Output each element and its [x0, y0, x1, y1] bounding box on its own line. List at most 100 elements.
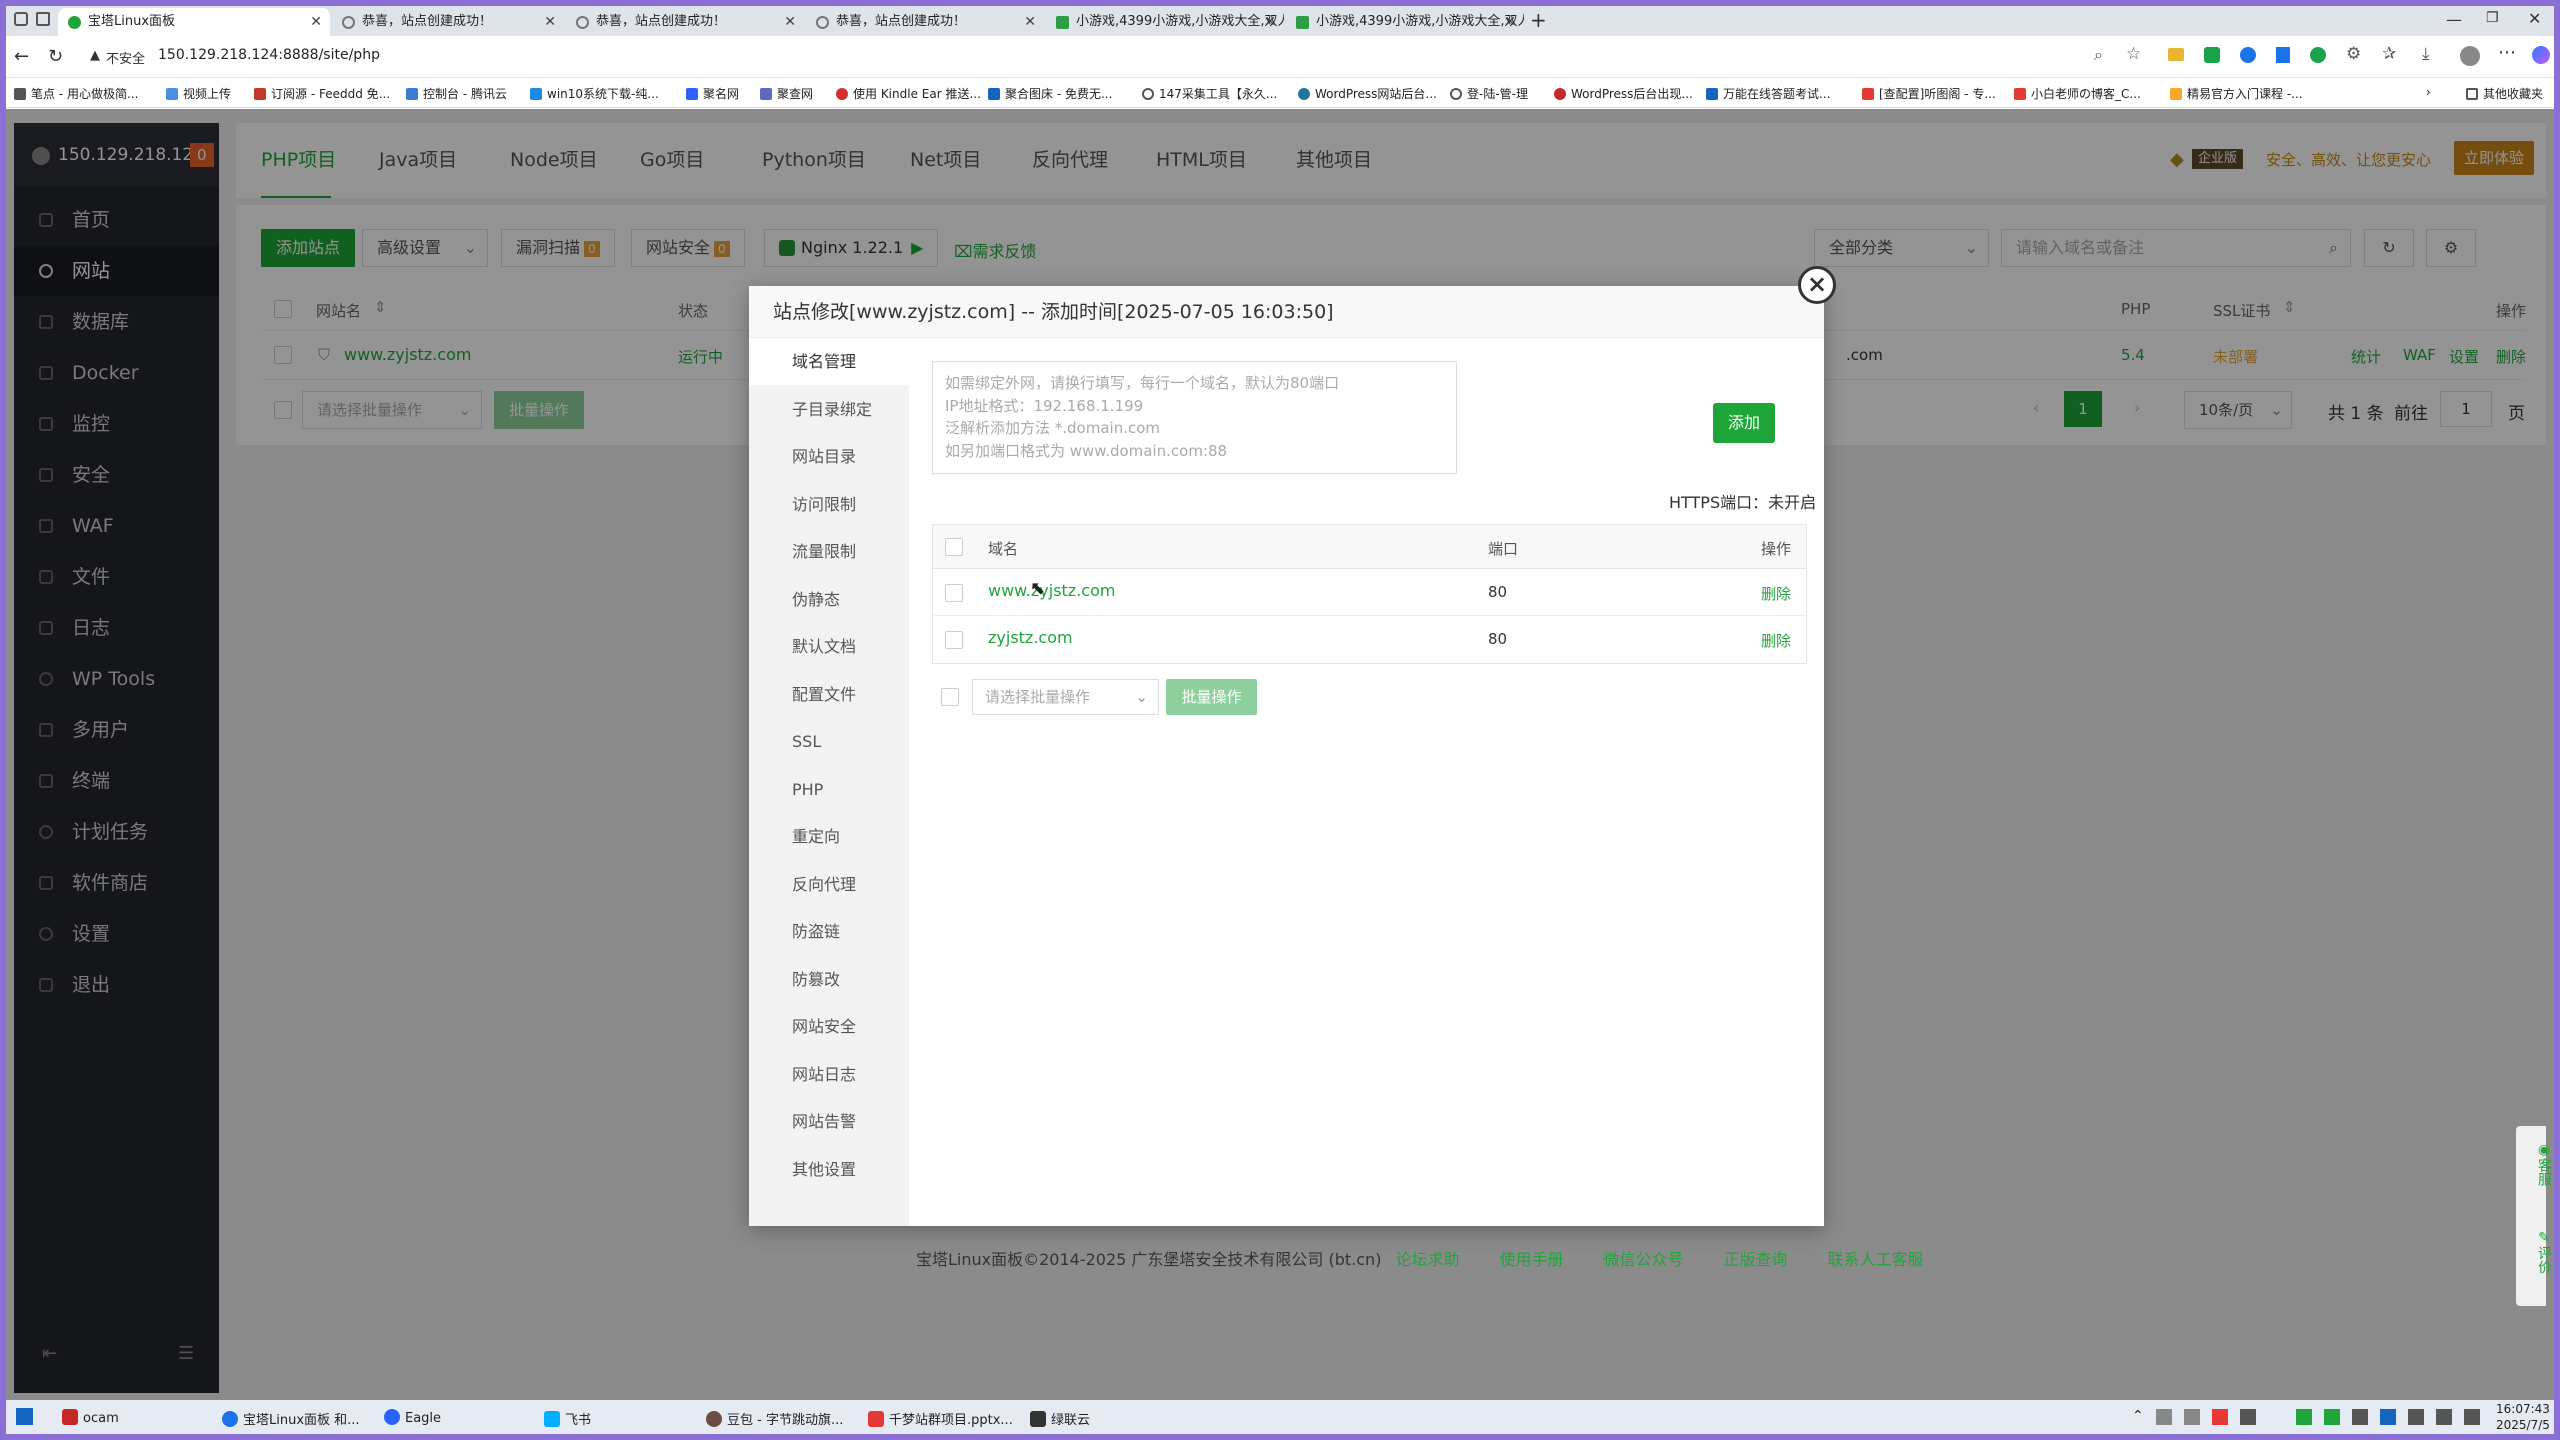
domain-link[interactable]: www.zyjstz.com	[988, 581, 1115, 600]
license-check-link[interactable]: 正版查询	[1723, 1250, 1787, 1269]
restore-icon[interactable]: ❐	[2486, 10, 2499, 26]
bookmark-item[interactable]: [查配置]听图阁 - 专...	[1862, 85, 1996, 102]
feedback-rate-button[interactable]: ✎评价	[2524, 1230, 2554, 1274]
mnav-ssl[interactable]: SSL	[749, 718, 909, 765]
add-domain-button[interactable]: 添加	[1713, 403, 1775, 443]
select-all-checkbox[interactable]	[945, 538, 963, 556]
favorites-icon[interactable]: ✰	[2382, 44, 2396, 64]
mnav-rewrite[interactable]: 伪静态	[749, 576, 909, 623]
copilot-icon[interactable]	[2532, 46, 2550, 64]
bookmark-item[interactable]: 万能在线答题考试...	[1706, 85, 1830, 102]
bookmark-item[interactable]: 聚名网	[686, 85, 739, 102]
close-tab-icon[interactable]: ✕	[1264, 8, 1276, 36]
batch-button[interactable]: 批量操作	[1166, 679, 1257, 715]
close-window-icon[interactable]: ✕	[2528, 9, 2541, 28]
tray-icons[interactable]	[2156, 1409, 2496, 1425]
taskbar-app-doubao[interactable]: 豆包 - 字节跳动旗...	[706, 1409, 843, 1428]
back-icon[interactable]: ←	[14, 46, 29, 67]
extension-check-icon[interactable]	[2204, 47, 2220, 63]
other-bookmarks[interactable]: 其他收藏夹	[2466, 85, 2543, 102]
mnav-access-limit[interactable]: 访问限制	[749, 481, 909, 528]
bookmark-item[interactable]: 使用 Kindle Ear 推送...	[836, 85, 981, 102]
support-link[interactable]: 联系人工客服	[1828, 1250, 1924, 1269]
domain-textarea[interactable]: 如需绑定外网，请换行填写，每行一个域名，默认为80端口 IP地址格式：192.1…	[932, 361, 1457, 474]
bookmark-item[interactable]: WordPress网站后台...	[1298, 85, 1437, 102]
forum-link[interactable]: 论坛求助	[1395, 1250, 1459, 1269]
extension-blue-icon[interactable]	[2240, 47, 2256, 63]
mnav-site-dir[interactable]: 网站目录	[749, 433, 909, 480]
close-tab-icon[interactable]: ✕	[1024, 8, 1036, 36]
taskbar-app-wps[interactable]: 千梦站群项目.pptx...	[868, 1409, 1013, 1428]
bookmark-item[interactable]: 聚合图床 - 免费无...	[988, 85, 1112, 102]
minimize-icon[interactable]: —	[2446, 10, 2462, 29]
mnav-site-logs[interactable]: 网站日志	[749, 1051, 909, 1098]
mnav-site-alerts[interactable]: 网站告警	[749, 1098, 909, 1145]
security-label[interactable]: 不安全	[106, 48, 145, 67]
delete-link[interactable]: 删除	[1761, 583, 1791, 604]
bookmark-item[interactable]: 视频上传	[166, 85, 231, 102]
mnav-tamper-proof[interactable]: 防篡改	[749, 956, 909, 1003]
mnav-traffic-limit[interactable]: 流量限制	[749, 528, 909, 575]
mnav-hotlink[interactable]: 防盗链	[749, 908, 909, 955]
delete-link[interactable]: 删除	[1761, 630, 1791, 651]
tab-site-created-2[interactable]: 恭喜，站点创建成功！ ✕	[566, 8, 804, 36]
batch-select[interactable]: 请选择批量操作 ⌄	[972, 679, 1159, 715]
bookmark-item[interactable]: 笔点 - 用心做极简...	[14, 85, 138, 102]
batch-checkbox[interactable]	[941, 688, 959, 706]
more-menu-icon[interactable]: ⋯	[2498, 42, 2516, 63]
manual-link[interactable]: 使用手册	[1499, 1250, 1563, 1269]
tab-4399-1[interactable]: 小游戏,4399小游戏,小游戏大全,双人... ✕	[1046, 8, 1284, 36]
close-tab-icon[interactable]: ✕	[1504, 8, 1516, 36]
close-tab-icon[interactable]: ✕	[784, 8, 796, 36]
extensions-icon[interactable]: ⚙	[2346, 44, 2361, 64]
download-icon[interactable]: ⤓	[2422, 44, 2430, 64]
bookmarks-overflow-icon[interactable]: ›	[2426, 85, 2431, 99]
bookmark-item[interactable]: 147采集工具【永久...	[1142, 85, 1277, 102]
mnav-subdir[interactable]: 子目录绑定	[749, 386, 909, 433]
domain-link[interactable]: zyjstz.com	[988, 628, 1073, 647]
bookmark-item[interactable]: 聚查网	[760, 85, 813, 102]
extension-folder-icon[interactable]	[2168, 48, 2184, 61]
extension-bookmark-icon[interactable]	[2276, 47, 2290, 63]
tab-4399-2[interactable]: 小游戏,4399小游戏,小游戏大全,双人... ✕	[1286, 8, 1524, 36]
workspace-icon[interactable]	[14, 12, 28, 26]
bookmark-item[interactable]: 精易官方入门课程 -...	[2170, 85, 2303, 102]
customer-service-button[interactable]: ◉客服	[2524, 1142, 2554, 1186]
mnav-redirect[interactable]: 重定向	[749, 813, 909, 860]
tab-site-created-3[interactable]: 恭喜，站点创建成功！ ✕	[806, 8, 1044, 36]
tab-list-icon[interactable]	[36, 12, 50, 26]
bookmark-item[interactable]: 控制台 - 腾讯云	[406, 85, 507, 102]
taskbar-app-feishu[interactable]: 飞书	[544, 1409, 591, 1428]
profile-avatar[interactable]	[2460, 46, 2480, 66]
taskbar-app-browser[interactable]: 宝塔Linux面板 和...	[222, 1409, 360, 1428]
mnav-other-settings[interactable]: 其他设置	[749, 1146, 909, 1193]
clock-time[interactable]: 16:07:43	[2496, 1402, 2550, 1416]
row-checkbox[interactable]	[945, 631, 963, 649]
taskbar-app-eagle[interactable]: Eagle	[384, 1409, 441, 1426]
mnav-default-doc[interactable]: 默认文档	[749, 623, 909, 670]
wechat-link[interactable]: 微信公众号	[1603, 1250, 1683, 1269]
mnav-reverse-proxy[interactable]: 反向代理	[749, 861, 909, 908]
tab-site-created-1[interactable]: 恭喜，站点创建成功！ ✕	[332, 8, 564, 36]
bookmark-item[interactable]: win10系统下载-纯...	[530, 85, 659, 102]
row-checkbox[interactable]	[945, 584, 963, 602]
zoom-icon[interactable]: ⌕	[2094, 45, 2103, 65]
close-tab-icon[interactable]: ✕	[544, 8, 556, 36]
star-icon[interactable]: ☆	[2126, 44, 2141, 64]
clock-date[interactable]: 2025/7/5	[2496, 1418, 2550, 1432]
bookmark-item[interactable]: WordPress后台出现...	[1554, 85, 1693, 102]
taskbar-app-ocam[interactable]: ocam	[62, 1409, 119, 1426]
url-field[interactable]: 150.129.218.124:8888/site/php	[158, 47, 380, 63]
taskbar-app-ugreen[interactable]: 绿联云	[1030, 1409, 1090, 1428]
mnav-domain[interactable]: 域名管理	[749, 338, 909, 385]
bookmark-item[interactable]: 登-陆-管-理	[1450, 85, 1528, 102]
new-tab-icon[interactable]: +	[1530, 8, 1547, 32]
bookmark-item[interactable]: 订阅源 - Feeddd 免...	[254, 85, 390, 102]
close-icon[interactable]: ×	[1798, 266, 1836, 304]
tab-bt-panel[interactable]: 宝塔Linux面板 ✕	[58, 8, 330, 36]
start-icon[interactable]	[16, 1408, 33, 1425]
close-tab-icon[interactable]: ✕	[310, 8, 322, 36]
mnav-php[interactable]: PHP	[749, 766, 909, 813]
extension-green-icon[interactable]	[2310, 47, 2326, 63]
tray-chevron-icon[interactable]: ⌃	[2132, 1408, 2144, 1424]
